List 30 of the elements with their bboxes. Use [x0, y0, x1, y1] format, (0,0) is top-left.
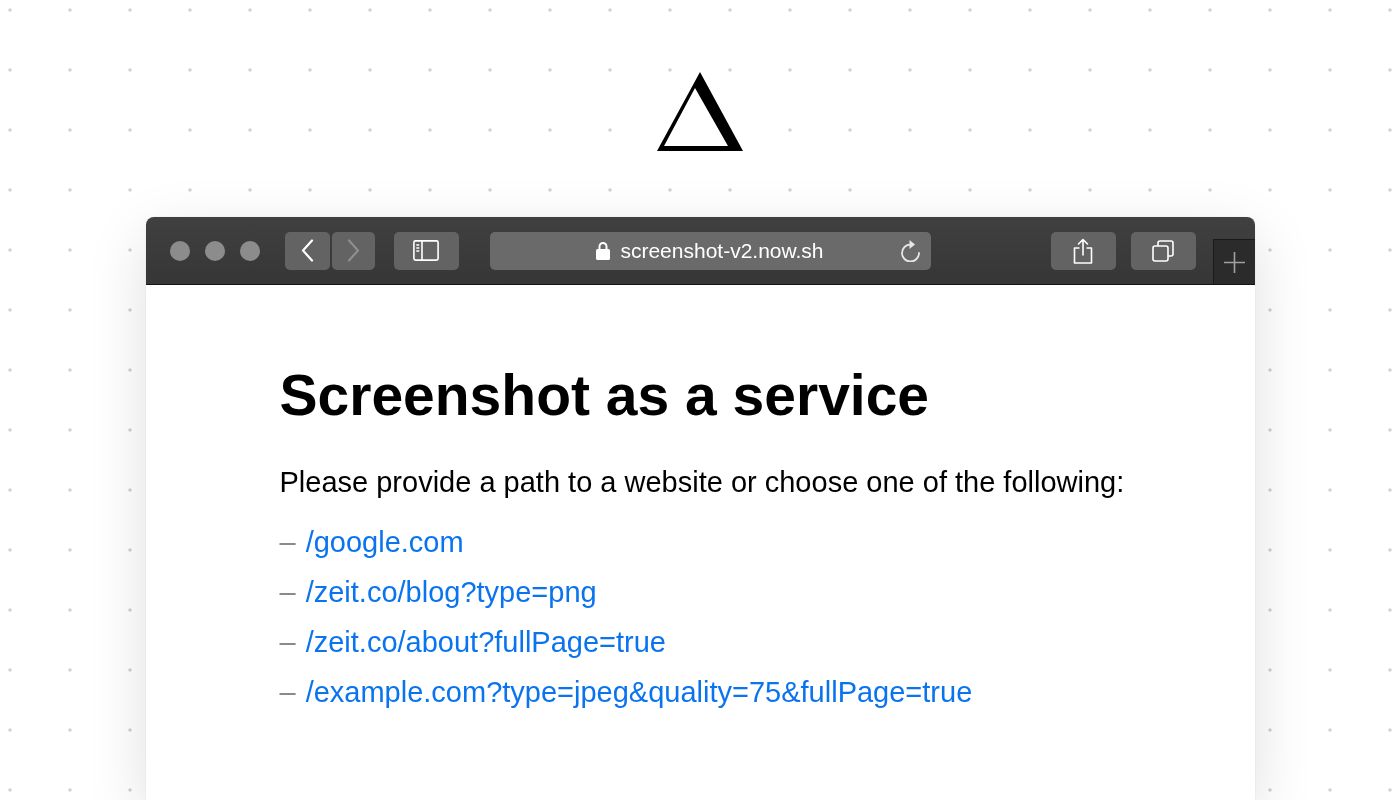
link[interactable]: /example.com?type=jpeg&quality=75&fullPage=true [305, 670, 973, 715]
page-heading: Screenshot as a service [279, 362, 931, 429]
share-icon [1073, 237, 1093, 264]
window-control-icon[interactable] [239, 240, 260, 261]
overlapping-squares-icon [1152, 239, 1174, 262]
window-control-icon[interactable] [204, 240, 225, 261]
address-bar[interactable]: screenshot-v2.now.sh [489, 231, 931, 270]
link[interactable]: /zeit.co/blog?type=png [305, 571, 597, 615]
triangle-logo-icon [657, 72, 743, 152]
reload-button[interactable] [899, 239, 921, 262]
sidebar-icon [413, 240, 439, 261]
url-text: screenshot-v2.now.sh [620, 237, 824, 264]
dash-marker: – [279, 624, 296, 660]
link[interactable]: /google.com [305, 521, 464, 565]
chevron-left-icon [300, 239, 314, 262]
plus-icon [1223, 251, 1245, 273]
new-tab-button[interactable] [1212, 239, 1255, 284]
lock-icon [596, 241, 611, 260]
sidebar-button[interactable] [393, 231, 459, 270]
tab-overview-button[interactable] [1130, 231, 1196, 270]
dash-marker: – [279, 525, 296, 561]
dash-marker: – [279, 575, 296, 611]
window-control-icon[interactable] [169, 240, 190, 261]
share-button[interactable] [1050, 231, 1116, 270]
chevron-right-icon [346, 239, 360, 262]
dash-marker: – [279, 674, 296, 710]
reload-icon [899, 239, 921, 262]
back-button[interactable] [284, 231, 330, 270]
intro-text: Please provide a path to a website or choose one of the following: [279, 465, 1126, 501]
link[interactable]: /zeit.co/about?fullPage=true [305, 620, 666, 665]
